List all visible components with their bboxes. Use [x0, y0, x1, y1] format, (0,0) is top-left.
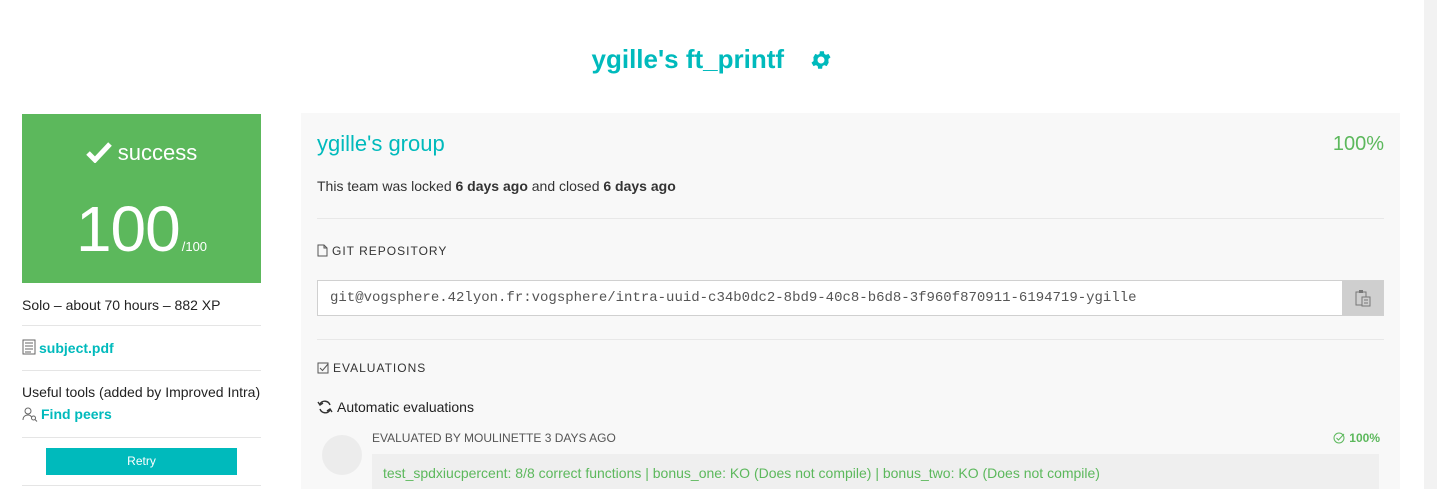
- clipboard-icon: [1355, 290, 1370, 307]
- divider: [22, 325, 261, 326]
- team-percent: 100%: [1332, 133, 1384, 155]
- git-label: GIT REPOSITORY: [332, 244, 448, 258]
- refresh-icon: [317, 400, 333, 414]
- find-peers-row: Find peers: [22, 406, 261, 422]
- lock-prefix: This team was locked: [317, 178, 456, 194]
- find-peers-link[interactable]: Find peers: [41, 406, 112, 422]
- evaluations-section-label: EVALUATIONS: [317, 361, 426, 375]
- checkbox-icon: [317, 362, 329, 374]
- status-header: success: [22, 140, 261, 166]
- team-name[interactable]: ygille's group: [317, 131, 445, 157]
- page-header: ygille's ft_printf: [0, 44, 1424, 75]
- file-icon: [317, 244, 328, 257]
- lock-mid: and closed: [527, 178, 604, 194]
- subject-row: subject.pdf: [22, 339, 261, 356]
- gear-icon[interactable]: [809, 48, 833, 72]
- score-card: success 100/100: [22, 114, 261, 283]
- subject-link[interactable]: subject.pdf: [39, 340, 114, 356]
- user-search-icon: [22, 407, 38, 422]
- locked-ago: 6 days ago: [455, 178, 528, 194]
- closed-ago: 6 days ago: [603, 178, 676, 194]
- retry-button[interactable]: Retry: [46, 448, 237, 475]
- score-max: /100: [181, 239, 208, 254]
- evaluation-percent: 100%: [1333, 431, 1380, 445]
- team-panel: ygille's group 100% This team was locked…: [301, 113, 1400, 489]
- divider: [22, 437, 261, 438]
- scrollbar[interactable]: [1424, 0, 1437, 489]
- document-icon: [22, 339, 36, 355]
- status-label: success: [117, 140, 198, 165]
- evaluation-result: test_spdxiucpercent: 8/8 correct functio…: [372, 454, 1379, 489]
- evaluation-result-text: test_spdxiucpercent: 8/8 correct functio…: [383, 465, 1100, 481]
- divider: [317, 339, 1384, 340]
- copy-button[interactable]: [1342, 281, 1383, 315]
- divider: [317, 218, 1384, 219]
- divider: [22, 485, 261, 486]
- project-meta: Solo – about 70 hours – 882 XP: [22, 297, 221, 313]
- evaluated-by: EVALUATED BY MOULINETTE 3 DAYS AGO: [372, 431, 616, 445]
- team-lock-status: This team was locked 6 days ago and clos…: [317, 178, 676, 194]
- git-repo-field: [317, 280, 1384, 316]
- score: 100/100: [22, 192, 261, 266]
- tools-label: Useful tools (added by Improved Intra): [22, 384, 261, 400]
- avatar: [322, 435, 362, 475]
- page-title: ygille's ft_printf: [591, 44, 785, 74]
- automatic-evaluations: Automatic evaluations: [317, 399, 474, 415]
- evaluation-percent-value: 100%: [1349, 431, 1380, 445]
- check-circle-icon: [1333, 432, 1345, 444]
- automatic-evaluations-label: Automatic evaluations: [337, 399, 474, 415]
- divider: [22, 370, 261, 371]
- git-section-label: GIT REPOSITORY: [317, 244, 447, 258]
- evaluations-label: EVALUATIONS: [333, 361, 427, 375]
- git-url-input[interactable]: [318, 281, 1342, 315]
- score-value: 100: [75, 193, 181, 265]
- checkmark-icon: [85, 142, 112, 164]
